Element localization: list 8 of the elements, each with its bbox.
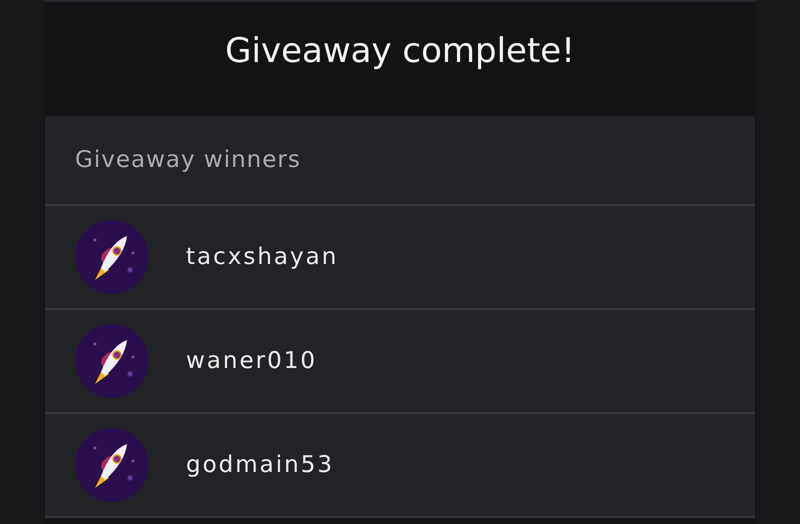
rocket-avatar-icon	[75, 220, 149, 294]
winner-name: waner010	[186, 346, 317, 376]
winner-name: tacxshayan	[186, 242, 338, 272]
winner-name: godmain53	[186, 450, 334, 480]
rocket-avatar-icon	[75, 428, 149, 502]
page-title: Giveaway complete!	[225, 31, 575, 71]
rocket-avatar-icon	[75, 324, 149, 398]
card-heading: Giveaway winners	[75, 146, 301, 175]
